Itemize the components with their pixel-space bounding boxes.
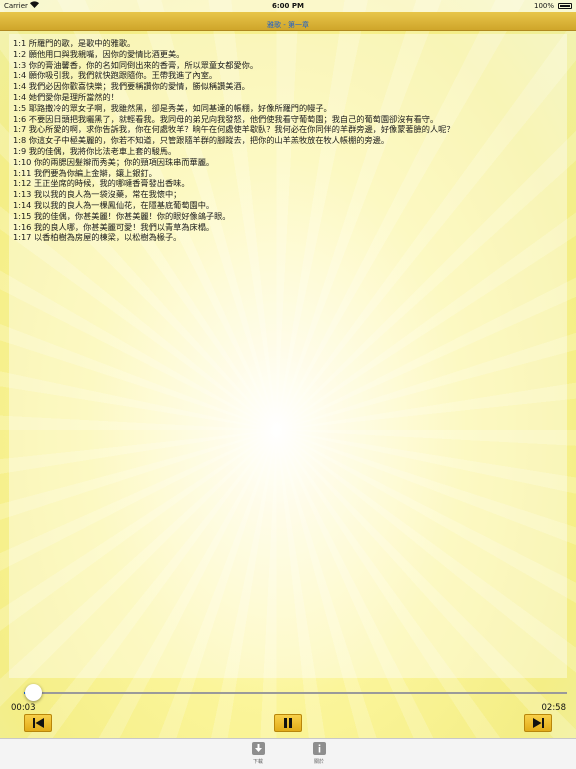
title-bar: 雅歌 - 第一章 xyxy=(0,12,576,31)
progress-slider-track[interactable] xyxy=(24,692,567,694)
elapsed-time: 00:03 xyxy=(11,703,36,713)
verse-line: 1:1 所羅門的歌，是歌中的雅歌。 xyxy=(13,38,136,48)
tab-about[interactable]: 關於 xyxy=(304,742,334,765)
next-chapter-button[interactable] xyxy=(524,714,552,732)
verse-line: 1:15 我的佳偶，你甚美麗！你甚美麗！你的眼好像鴿子眼。 xyxy=(13,210,231,221)
verse-panel[interactable]: 1:1 所羅門的歌，是歌中的雅歌。 1:2 願他用口與我親嘴，因你的愛情比酒更美。… xyxy=(9,34,567,678)
verse-line: 1:17 以香柏樹為房屋的棟梁，以松樹為椽子。 xyxy=(13,232,182,243)
total-duration: 02:58 xyxy=(541,703,567,713)
verse-line: 1:10 你的兩腮因髮辮而秀美；你的頸項因珠串而華麗。 xyxy=(13,156,215,167)
verse-line: 1:8 你這女子中極美麗的，你若不知道，只管跟隨羊群的腳蹤去，把你的山羊羔牧放在… xyxy=(13,135,390,146)
pause-button[interactable] xyxy=(274,714,302,732)
tab-download-label: 下載 xyxy=(252,759,263,765)
tab-download[interactable]: 下載 xyxy=(243,742,273,765)
verse-list: 1:1 所羅門的歌，是歌中的雅歌。 1:2 願他用口與我親嘴，因你的愛情比酒更美。… xyxy=(13,38,565,243)
verse-line: 1:2 願他用口與我親嘴，因你的愛情比酒更美。 xyxy=(13,48,185,59)
skip-forward-icon xyxy=(532,718,544,728)
verse-line: 1:5 耶路撒冷的眾女子啊，我雖然黑，卻是秀美，如同基達的帳棚，好像所羅門的幔子… xyxy=(13,102,332,113)
verse-line: 1:4 我們必因你歡喜快樂；我們要稱讚你的愛情，勝似稱讚美酒。 xyxy=(13,81,250,92)
page-title: 雅歌 - 第一章 xyxy=(267,21,309,29)
verse-line: 1:11 我們要為你編上金辮，鑲上銀釘。 xyxy=(13,167,157,178)
status-bar: Carrier 6:00 PM 100% xyxy=(0,0,576,12)
battery-icon xyxy=(558,3,572,9)
verse-line: 1:14 我以我的良人為一棵鳳仙花，在隱基底葡萄園中。 xyxy=(13,199,215,210)
verse-line: 1:9 我的佳偶，我將你比法老車上套的駿馬。 xyxy=(13,145,177,156)
verse-line: 1:4 她們愛你是理所當然的！ xyxy=(13,91,119,102)
skip-back-icon xyxy=(32,718,44,728)
pause-icon xyxy=(284,718,292,728)
tab-bar: 下載 關於 xyxy=(0,738,576,769)
verse-line: 1:13 我以我的良人為一袋沒藥，常在我懷中； xyxy=(13,189,182,200)
verse-line: 1:12 王正坐席的時候，我的哪噠香膏發出香味。 xyxy=(13,178,190,189)
verse-line: 1:16 我的良人哪，你甚美麗可愛！我們以青草為床榻。 xyxy=(13,221,215,232)
download-icon xyxy=(251,742,265,755)
verse-line: 1:4 願你吸引我，我們就快跑跟隨你。王帶我進了內室。 xyxy=(13,70,218,81)
verse-line: 1:6 不要因日頭把我曬黑了，就輕看我。我同母的弟兄向我發怒，他們使我看守葡萄園… xyxy=(13,113,439,124)
progress-slider-thumb[interactable] xyxy=(24,684,42,701)
verse-line: 1:7 我心所愛的啊，求你告訴我，你在何處牧羊？晌午在何處使羊歇臥？我何必在你同… xyxy=(13,124,455,135)
battery-percent: 100% xyxy=(533,2,554,10)
verse-line: 1:3 你的膏油馨香，你的名如同倒出來的香膏，所以眾童女都愛你。 xyxy=(13,59,259,70)
tab-about-label: 關於 xyxy=(313,759,324,765)
previous-chapter-button[interactable] xyxy=(24,714,52,732)
info-icon xyxy=(312,742,326,755)
status-time: 6:00 PM xyxy=(272,2,304,10)
